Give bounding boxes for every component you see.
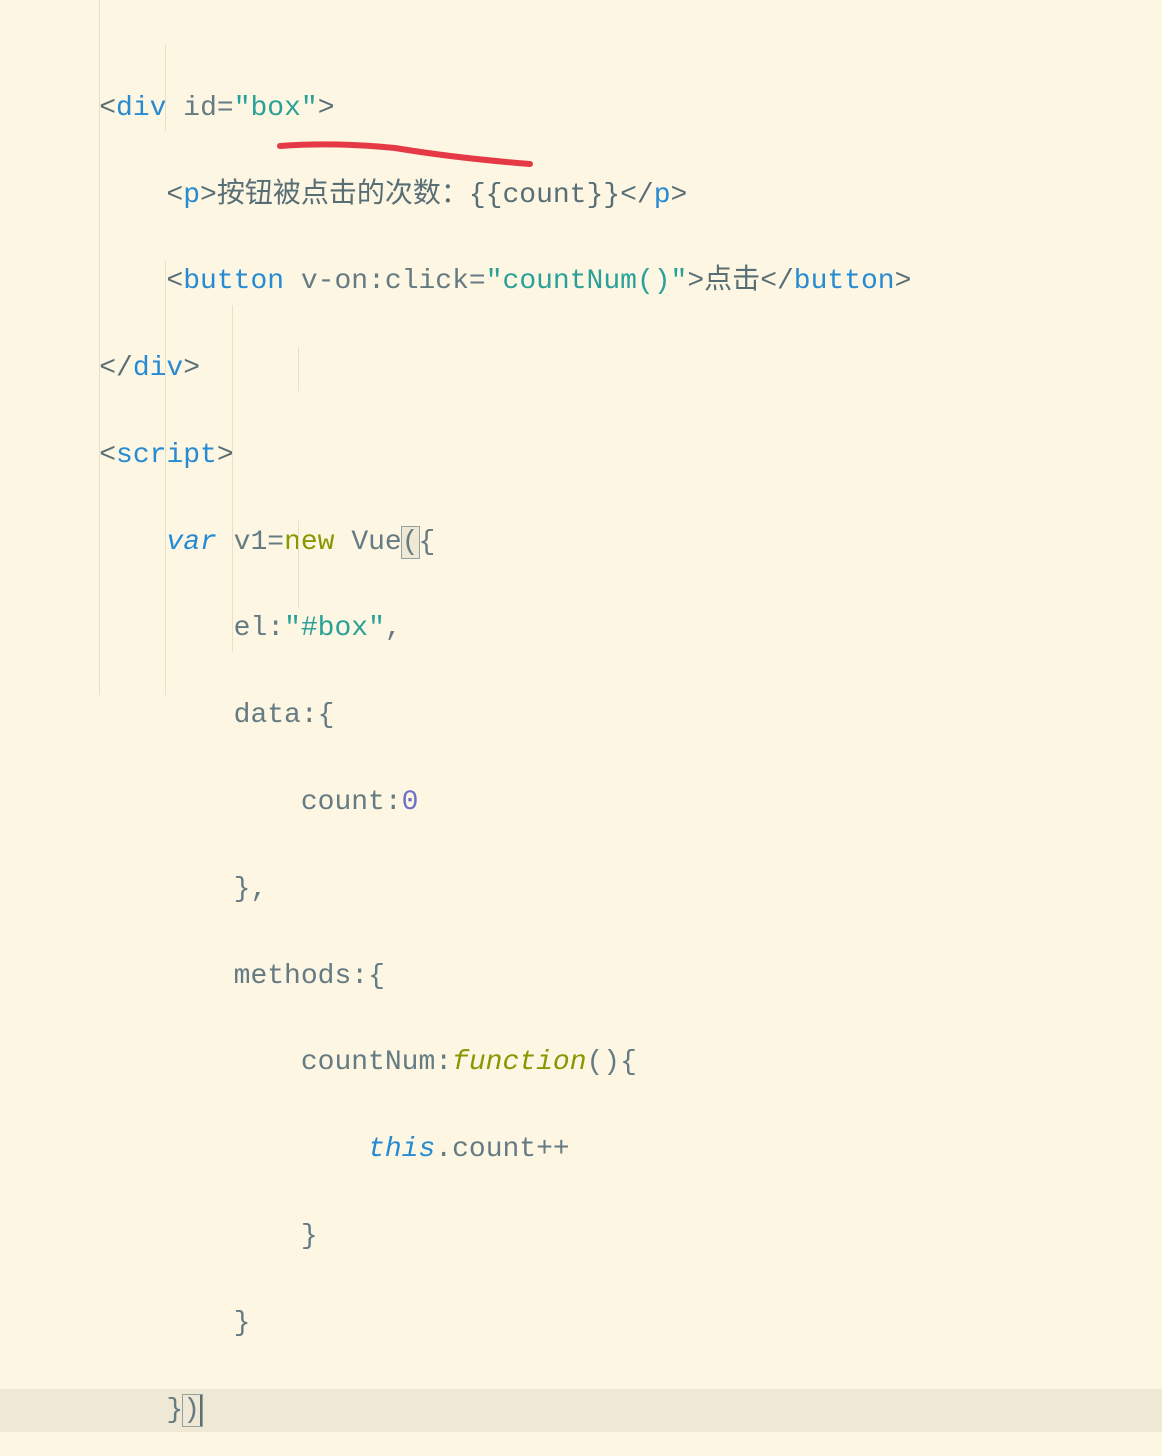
code-line-14: }: [32, 1215, 1162, 1258]
code-line-2: <p>按钮被点击的次数：{{count}}</p>: [32, 174, 1162, 217]
code-line-3: <button v-on:click="countNum()">点击</butt…: [32, 260, 1162, 303]
code-line-15: }: [32, 1302, 1162, 1345]
code-line-5: <script>: [32, 434, 1162, 477]
code-line-13: this.count++: [32, 1128, 1162, 1171]
code-line-11: methods:{: [32, 955, 1162, 998]
bracket-match-close: ): [183, 1395, 202, 1426]
code-line-8: data:{: [32, 694, 1162, 737]
code-line-1: <div id="box">: [32, 87, 1162, 130]
code-line-10: },: [32, 868, 1162, 911]
code-line-7: el:"#box",: [32, 607, 1162, 650]
code-line-4: </div>: [32, 347, 1162, 390]
code-line-9: count:0: [32, 781, 1162, 824]
code-line-16: }): [32, 1389, 1162, 1432]
code-line-12: countNum:function(){: [32, 1041, 1162, 1084]
bracket-match-open: (: [402, 527, 419, 558]
code-line-6: var v1=new Vue({: [32, 521, 1162, 564]
code-editor[interactable]: <div id="box"> <p>按钮被点击的次数：{{count}}</p>…: [0, 0, 1162, 1456]
